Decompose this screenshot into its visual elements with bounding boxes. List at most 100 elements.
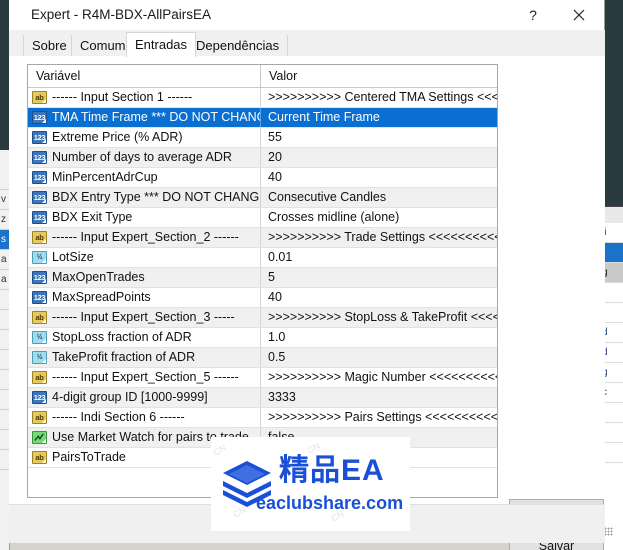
cell-value[interactable]: 5 xyxy=(261,268,497,287)
cell-value[interactable]: Crosses midline (alone) xyxy=(261,208,497,227)
tab-dependencias[interactable]: Dependências xyxy=(187,35,289,56)
variable-name: PairsToTrade xyxy=(52,450,126,464)
cell-variable[interactable]: 123 4-digit group ID [1000-9999] xyxy=(28,388,261,407)
background-row xyxy=(0,350,9,370)
tab-comum[interactable]: Comum xyxy=(71,35,135,56)
background-row xyxy=(0,170,9,190)
background-row: v xyxy=(0,190,9,210)
string-icon: ab xyxy=(32,311,47,324)
cell-variable[interactable]: 123 Number of days to average ADR xyxy=(28,148,261,167)
table-row[interactable]: 123 Extreme Price (% ADR) 55 xyxy=(28,128,497,148)
variable-name: ------ Input Expert_Section_5 ------ xyxy=(52,370,239,384)
cell-value[interactable]: >>>>>>>>>> Centered TMA Settings <<<<<<.… xyxy=(261,88,497,107)
variable-name: 4-digit group ID [1000-9999] xyxy=(52,390,208,404)
cell-variable[interactable]: ab ------ Input Expert_Section_2 ------ xyxy=(28,228,261,247)
background-row xyxy=(0,310,9,330)
integer-icon: 123 xyxy=(32,171,47,184)
resize-grip[interactable] xyxy=(604,527,613,536)
cell-value[interactable]: 0.5 xyxy=(261,348,497,367)
cell-variable[interactable]: ½ StopLoss fraction of ADR xyxy=(28,328,261,347)
cell-value[interactable]: >>>>>>>>>> Trade Settings <<<<<<<<<< xyxy=(261,228,497,247)
table-row[interactable]: 123 BDX Entry Type *** DO NOT CHANGE ***C… xyxy=(28,188,497,208)
table-row[interactable]: 123 BDX Exit Type Crosses midline (alone) xyxy=(28,208,497,228)
background-row xyxy=(0,450,9,470)
cell-value[interactable]: Consecutive Candles xyxy=(261,188,497,207)
cell-variable[interactable]: ½ LotSize xyxy=(28,248,261,267)
table-row[interactable]: 123 MinPercentAdrCup 40 xyxy=(28,168,497,188)
cell-variable[interactable]: ab ------ Input Section 1 ------ xyxy=(28,88,261,107)
variable-name: TakeProfit fraction of ADR xyxy=(52,350,196,364)
table-row[interactable]: ab ------ Input Expert_Section_2 ------ >>… xyxy=(28,228,497,248)
table-row[interactable]: 123 4-digit group ID [1000-9999] 3333 xyxy=(28,388,497,408)
string-icon: ab xyxy=(32,451,47,464)
table-row[interactable]: 123 TMA Time Frame *** DO NOT CHANGE ***C… xyxy=(28,108,497,128)
cell-variable[interactable]: ab ------ Input Expert_Section_3 ----- xyxy=(28,308,261,327)
cell-value[interactable]: 55 xyxy=(261,128,497,147)
variable-name: BDX Entry Type *** DO NOT CHANGE *** xyxy=(52,190,260,204)
cell-variable[interactable]: ½ TakeProfit fraction of ADR xyxy=(28,348,261,367)
background-row xyxy=(0,290,9,310)
cell-value[interactable]: 40 xyxy=(261,168,497,187)
title-bar: Expert - R4M-BDX-AllPairsEA ? xyxy=(9,0,604,30)
string-icon: ab xyxy=(32,411,47,424)
cell-value[interactable]: >>>>>>>>>> StopLoss & TakeProfit <<<<<<.… xyxy=(261,308,497,327)
table-row[interactable]: ½ TakeProfit fraction of ADR 0.5 xyxy=(28,348,497,368)
close-button[interactable] xyxy=(558,0,600,30)
table-row[interactable]: ab ------ Indi Section 6 ------ >>>>>>>>>>… xyxy=(28,408,497,428)
variable-name: MaxSpreadPoints xyxy=(52,290,151,304)
integer-icon: 123 xyxy=(32,111,47,124)
table-row[interactable]: ½ LotSize 0.01 xyxy=(28,248,497,268)
watermark-overlay: CN CN CN CN 精品EA eaclubshare.com xyxy=(211,437,410,531)
window-title: Expert - R4M-BDX-AllPairsEA xyxy=(31,7,212,22)
cell-value[interactable]: 0.01 xyxy=(261,248,497,267)
table-row[interactable]: 123 Number of days to average ADR 20 xyxy=(28,148,497,168)
cell-variable[interactable]: 123 BDX Entry Type *** DO NOT CHANGE *** xyxy=(28,188,261,207)
cell-variable[interactable]: 123 MaxOpenTrades xyxy=(28,268,261,287)
background-row: a xyxy=(0,250,9,270)
cell-variable[interactable]: 123 MinPercentAdrCup xyxy=(28,168,261,187)
cell-value[interactable]: >>>>>>>>>> Magic Number <<<<<<<<<< xyxy=(261,368,497,387)
column-header-value[interactable]: Valor xyxy=(261,65,497,87)
cell-value[interactable]: 20 xyxy=(261,148,497,167)
string-icon: ab xyxy=(32,231,47,244)
variable-name: BDX Exit Type xyxy=(52,210,133,224)
background-row: a xyxy=(0,270,9,290)
cell-variable[interactable]: 123 TMA Time Frame *** DO NOT CHANGE *** xyxy=(28,108,261,127)
tab-sobre[interactable]: Sobre xyxy=(23,35,76,56)
cell-variable[interactable]: 123 BDX Exit Type xyxy=(28,208,261,227)
variable-name: ------ Input Section 1 ------ xyxy=(52,90,193,104)
cell-variable[interactable]: 123 MaxSpreadPoints xyxy=(28,288,261,307)
table-row[interactable]: ½ StopLoss fraction of ADR 1.0 xyxy=(28,328,497,348)
background-row xyxy=(0,430,9,450)
table-row[interactable]: ab ------ Input Expert_Section_5 ------ >>… xyxy=(28,368,497,388)
variable-name: TMA Time Frame *** DO NOT CHANGE *** xyxy=(52,110,260,124)
double-icon: ½ xyxy=(32,331,47,344)
cell-variable[interactable]: 123 Extreme Price (% ADR) xyxy=(28,128,261,147)
tab-entradas[interactable]: Entradas xyxy=(126,32,197,57)
background-left-rows: v z s a a xyxy=(0,170,9,470)
variable-name: ------ Input Expert_Section_3 ----- xyxy=(52,310,235,324)
column-header-variable[interactable]: Variável xyxy=(28,65,261,87)
background-row xyxy=(0,370,9,390)
cell-value[interactable]: 3333 xyxy=(261,388,497,407)
string-icon: ab xyxy=(32,371,47,384)
double-icon: ½ xyxy=(32,251,47,264)
cell-value[interactable]: 1.0 xyxy=(261,328,497,347)
cell-variable[interactable]: ab ------ Indi Section 6 ------ xyxy=(28,408,261,427)
inputs-table: Variável Valor ab ------ Input Section 1 … xyxy=(27,64,498,498)
tab-strip: Sobre Comum Entradas Dependências xyxy=(9,30,605,57)
variable-name: Extreme Price (% ADR) xyxy=(52,130,183,144)
table-row[interactable]: 123 MaxOpenTrades 5 xyxy=(28,268,497,288)
cell-value[interactable]: Current Time Frame xyxy=(261,108,497,127)
cell-value[interactable]: >>>>>>>>>> Pairs Settings <<<<<<<<<< xyxy=(261,408,497,427)
cell-variable[interactable]: ab ------ Input Expert_Section_5 ------ xyxy=(28,368,261,387)
integer-icon: 123 xyxy=(32,151,47,164)
table-row[interactable]: ab ------ Input Section 1 ------ >>>>>>>>>… xyxy=(28,88,497,108)
help-button[interactable]: ? xyxy=(512,0,554,30)
cell-value[interactable]: 40 xyxy=(261,288,497,307)
table-row[interactable]: 123 MaxSpreadPoints 40 xyxy=(28,288,497,308)
background-window-left: v z s a a xyxy=(0,0,10,550)
table-row[interactable]: ab ------ Input Expert_Section_3 ----- >>>… xyxy=(28,308,497,328)
background-row: z xyxy=(0,210,9,230)
background-row: s xyxy=(0,230,9,250)
